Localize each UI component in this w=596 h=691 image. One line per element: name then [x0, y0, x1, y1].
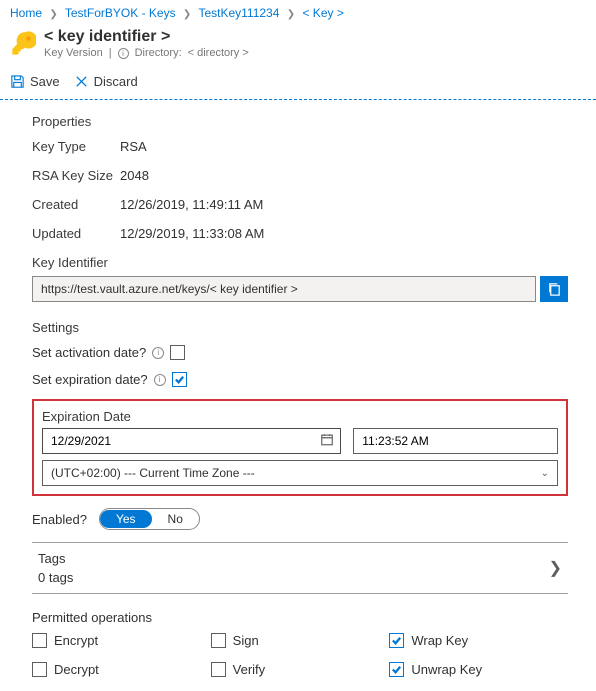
updated-value: 12/29/2019, 11:33:08 AM: [120, 226, 264, 241]
directory-label: Directory:: [135, 47, 182, 59]
tags-count: 0 tags: [38, 570, 73, 585]
info-icon[interactable]: i: [152, 347, 164, 359]
expiration-date-input[interactable]: [42, 428, 341, 454]
rsa-size-value: 2048: [120, 168, 149, 183]
activation-label: Set activation date?: [32, 345, 146, 360]
discard-label: Discard: [94, 74, 138, 89]
toolbar: Save Discard: [0, 68, 596, 97]
expiration-date-heading: Expiration Date: [42, 409, 558, 424]
title-bar: < key identifier > Key Version | i Direc…: [0, 24, 596, 68]
perm-label: Wrap Key: [411, 633, 468, 648]
chevron-down-icon: ⌄: [541, 468, 549, 479]
perm-checkbox[interactable]: [32, 633, 47, 648]
breadcrumb: Home ❯ TestForBYOK - Keys ❯ TestKey11123…: [0, 0, 596, 24]
perm-item: Encrypt: [32, 633, 211, 648]
enabled-yes-option[interactable]: Yes: [100, 510, 152, 528]
crumb-key[interactable]: TestKey111234: [198, 6, 279, 20]
enabled-label: Enabled?: [32, 512, 87, 527]
settings-heading: Settings: [32, 320, 568, 335]
save-label: Save: [30, 74, 60, 89]
tags-section[interactable]: Tags 0 tags ❯: [32, 542, 568, 594]
properties-heading: Properties: [32, 114, 568, 129]
check-icon: [391, 635, 402, 646]
chevron-right-icon: ❯: [283, 9, 299, 20]
enabled-toggle[interactable]: Yes No: [99, 508, 200, 530]
copy-button[interactable]: [540, 276, 568, 302]
perm-item: Unwrap Key: [389, 662, 568, 677]
save-button[interactable]: Save: [10, 74, 60, 89]
expiration-date-group: Expiration Date (UTC+02:00) --- Current …: [32, 399, 568, 496]
perm-label: Decrypt: [54, 662, 99, 677]
perm-checkbox[interactable]: [32, 662, 47, 677]
check-icon: [391, 664, 402, 675]
perm-checkbox[interactable]: [211, 662, 226, 677]
key-type-label: Key Type: [32, 139, 120, 154]
crumb-home[interactable]: Home: [10, 6, 42, 20]
page-title: < key identifier >: [44, 28, 249, 46]
perm-label: Sign: [233, 633, 259, 648]
expiration-checkbox[interactable]: [172, 372, 187, 387]
perm-checkbox[interactable]: [389, 633, 404, 648]
chevron-right-icon: ❯: [549, 558, 568, 578]
timezone-select[interactable]: (UTC+02:00) --- Current Time Zone --- ⌄: [42, 460, 558, 486]
directory-value: < directory >: [188, 47, 249, 59]
key-identifier-input[interactable]: [32, 276, 536, 302]
perm-label: Unwrap Key: [411, 662, 482, 677]
chevron-right-icon: ❯: [179, 9, 195, 20]
perm-item: Sign: [211, 633, 390, 648]
close-icon: [74, 74, 89, 89]
timezone-value: (UTC+02:00) --- Current Time Zone ---: [51, 466, 255, 480]
copy-icon: [547, 282, 562, 297]
perm-item: Wrap Key: [389, 633, 568, 648]
expiration-label: Set expiration date?: [32, 372, 148, 387]
enabled-no-option[interactable]: No: [152, 510, 199, 528]
perm-item: Decrypt: [32, 662, 211, 677]
discard-button[interactable]: Discard: [74, 74, 138, 89]
permitted-ops-heading: Permitted operations: [32, 610, 568, 625]
updated-label: Updated: [32, 226, 120, 241]
created-label: Created: [32, 197, 120, 212]
permitted-ops-grid: Encrypt Sign Wrap Key Decrypt Verify Unwrap K…: [32, 633, 568, 677]
perm-label: Verify: [233, 662, 266, 677]
tags-label: Tags: [38, 551, 73, 566]
expiration-time-input[interactable]: [353, 428, 558, 454]
perm-checkbox[interactable]: [389, 662, 404, 677]
created-value: 12/26/2019, 11:49:11 AM: [120, 197, 263, 212]
crumb-version[interactable]: < Key >: [302, 6, 343, 20]
rsa-size-label: RSA Key Size: [32, 168, 120, 183]
chevron-right-icon: ❯: [45, 9, 61, 20]
save-icon: [10, 74, 25, 89]
crumb-vault[interactable]: TestForBYOK - Keys: [65, 6, 176, 20]
perm-label: Encrypt: [54, 633, 98, 648]
info-icon[interactable]: i: [118, 48, 129, 59]
key-version-label: Key Version: [44, 47, 103, 59]
activation-checkbox[interactable]: [170, 345, 185, 360]
key-identifier-label: Key Identifier: [32, 255, 568, 270]
info-icon[interactable]: i: [154, 374, 166, 386]
perm-item: Verify: [211, 662, 390, 677]
perm-checkbox[interactable]: [211, 633, 226, 648]
key-type-value: RSA: [120, 139, 147, 154]
divider-dashed: [0, 99, 596, 100]
check-icon: [174, 374, 185, 385]
key-icon: [10, 30, 36, 60]
